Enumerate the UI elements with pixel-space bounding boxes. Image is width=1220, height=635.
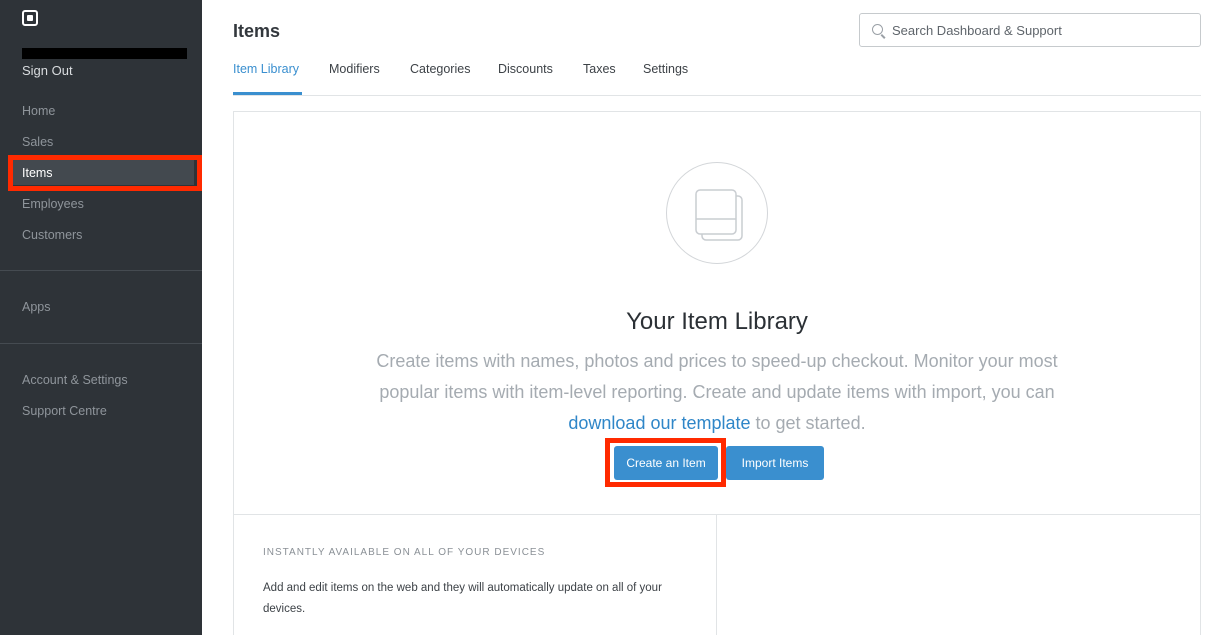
sidebar-divider [0, 270, 202, 271]
create-item-highlight-box [605, 438, 726, 487]
search-box[interactable] [859, 13, 1201, 47]
sidebar-item-apps[interactable]: Apps [22, 300, 51, 314]
import-items-button[interactable]: Import Items [726, 446, 824, 480]
tab-discounts[interactable]: Discounts [498, 62, 553, 76]
page-title: Items [233, 21, 281, 41]
tab-item-library[interactable]: Item Library [233, 62, 299, 76]
feature-description: Add and edit items on the web and they w… [263, 582, 662, 615]
feature-eyebrow: INSTANTLY AVAILABLE ON ALL OF YOUR DEVIC… [263, 547, 546, 558]
search-input[interactable] [892, 14, 1192, 46]
sidebar: Sign Out Home Sales Items Employees Cust… [0, 0, 202, 635]
tabs-divider [233, 95, 1201, 96]
sidebar-divider [0, 343, 202, 344]
tab-categories[interactable]: Categories [410, 62, 470, 76]
sidebar-item-sales[interactable]: Sales [22, 135, 53, 149]
sign-out-link[interactable]: Sign Out [22, 63, 73, 78]
library-description-text: Create items with names, photos and pric… [376, 351, 1058, 402]
card-column-divider [716, 515, 717, 635]
tab-taxes[interactable]: Taxes [583, 62, 616, 76]
item-library-icon [666, 162, 768, 264]
card-divider [233, 514, 1201, 515]
tab-settings[interactable]: Settings [643, 62, 688, 76]
sidebar-item-support-centre[interactable]: Support Centre [22, 404, 107, 418]
library-title: Your Item Library [626, 308, 808, 335]
library-description: Create items with names, photos and pric… [353, 346, 1081, 439]
download-template-link[interactable]: download our template [568, 413, 750, 433]
sidebar-item-account-settings[interactable]: Account & Settings [22, 373, 128, 387]
redacted-account-name [22, 48, 187, 59]
tab-modifiers[interactable]: Modifiers [329, 62, 380, 76]
library-description-tail: to get started. [750, 413, 866, 433]
sidebar-item-employees[interactable]: Employees [22, 197, 84, 211]
square-logo-icon[interactable] [22, 10, 38, 26]
items-highlight-box [8, 155, 202, 191]
search-icon [872, 24, 883, 35]
sidebar-item-customers[interactable]: Customers [22, 228, 82, 242]
sidebar-item-home[interactable]: Home [22, 104, 55, 118]
stacked-cards-icon [695, 189, 743, 241]
